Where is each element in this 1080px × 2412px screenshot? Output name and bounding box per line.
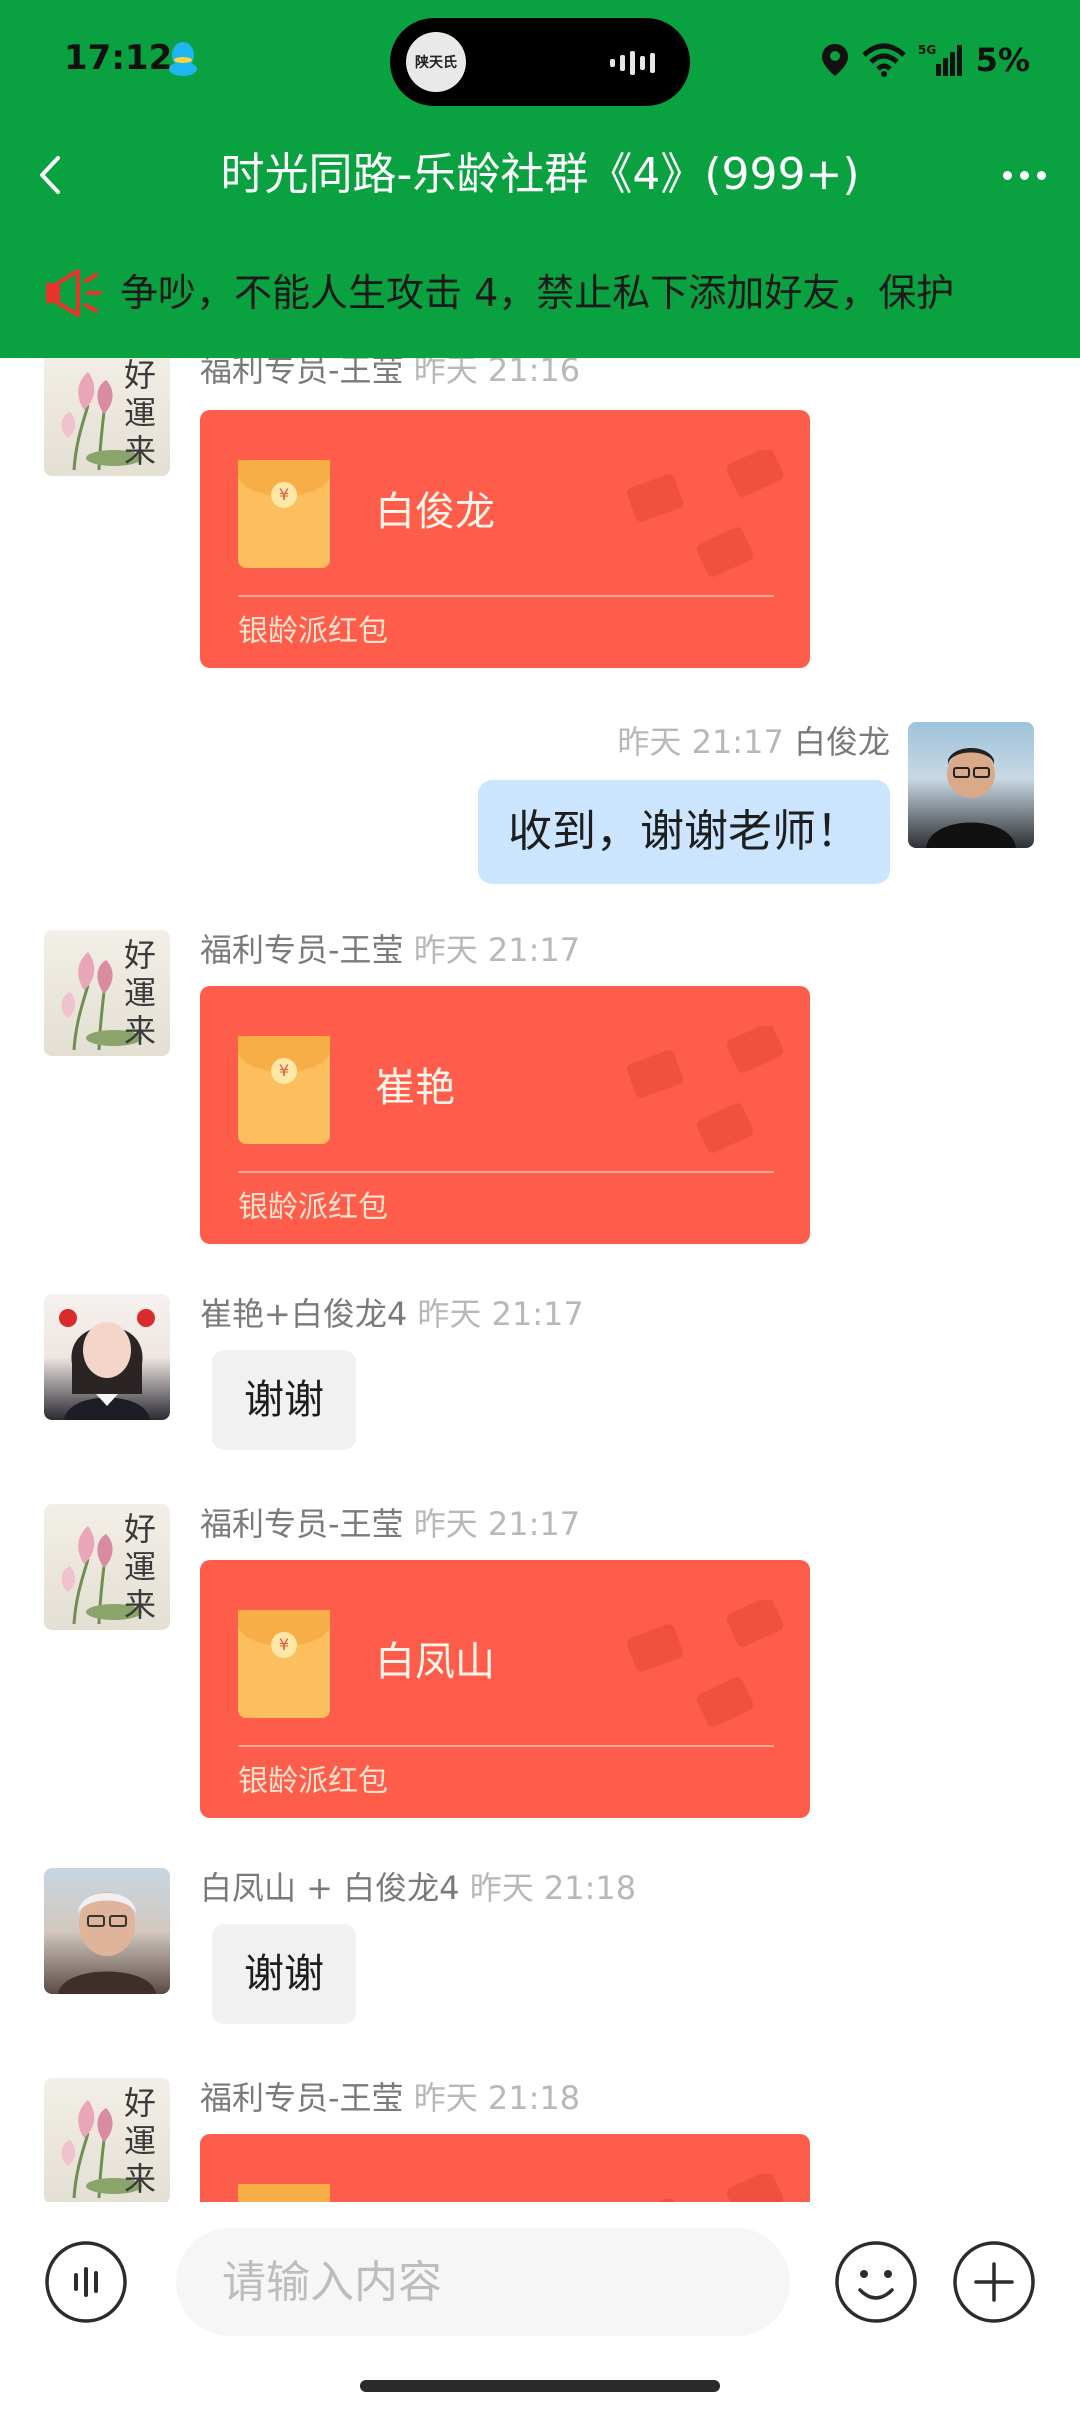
battery-level: 5% xyxy=(975,41,1030,79)
lotus-calligraphy: 好運来 xyxy=(123,936,156,1050)
more-button[interactable] xyxy=(992,145,1056,205)
emoji-icon[interactable] xyxy=(834,2240,918,2324)
lotus-avatar[interactable]: 好運来 xyxy=(44,2078,170,2202)
red-packet-label: 银龄派红包 xyxy=(238,1190,388,1225)
island-logo-text: 陕天氏 xyxy=(415,55,457,71)
red-packet-deco-icon xyxy=(627,1600,784,1727)
sender-name: 白凤山 + 白俊龙4 xyxy=(200,1869,460,1907)
red-packet-label: 银龄派红包 xyxy=(238,614,388,649)
red-packet-divider xyxy=(238,1171,774,1173)
red-packet-recipient: 白凤山 xyxy=(375,1639,495,1685)
plus-icon[interactable] xyxy=(952,2240,1036,2324)
red-envelope-icon: ¥ xyxy=(238,1610,330,1718)
red-packet-deco-icon xyxy=(627,2174,784,2202)
red-packet-card[interactable]: ¥ 白凤山 银龄派红包 xyxy=(200,1560,810,1818)
message-meta: 崔艳+白俊龙4 昨天 21:17 xyxy=(200,1292,584,1336)
red-packet-recipient: 崔艳 xyxy=(375,1065,455,1111)
audio-wave-icon xyxy=(610,51,655,75)
message-time: 昨天 21:16 xyxy=(413,358,581,389)
message-time: 昨天 21:18 xyxy=(469,1869,637,1907)
island-app-logo: 陕天氏 xyxy=(406,32,466,92)
message-time: 昨天 21:18 xyxy=(413,2079,581,2117)
message-meta: 白凤山 + 白俊龙4 昨天 21:18 xyxy=(200,1866,636,1910)
sender-name: 福利专员-王莹 xyxy=(200,1505,404,1543)
message-time: 昨天 21:17 xyxy=(617,723,784,761)
qq-icon xyxy=(169,42,197,76)
more-icon xyxy=(1019,170,1029,180)
man-glasses-avatar[interactable] xyxy=(908,722,1034,848)
lotus-avatar[interactable]: 好運来 xyxy=(44,930,170,1056)
avatar-portrait xyxy=(926,748,1016,848)
input-bar xyxy=(0,2202,1080,2412)
message-time: 昨天 21:17 xyxy=(413,1505,581,1543)
message-time: 昨天 21:17 xyxy=(417,1295,584,1333)
sender-name: 白俊龙 xyxy=(793,723,890,761)
red-packet-divider xyxy=(238,595,774,597)
lotus-avatar[interactable]: 好運来 xyxy=(44,1504,170,1630)
sender-name: 福利专员-王莹 xyxy=(200,358,404,389)
red-packet-card[interactable]: ¥ 白俊龙 银龄派红包 xyxy=(200,410,810,668)
lotus-calligraphy: 好運来 xyxy=(123,358,156,470)
red-envelope-icon: ¥ xyxy=(238,1036,330,1144)
status-right: 5G 5% xyxy=(820,40,1030,80)
red-packet-recipient: 白俊龙 xyxy=(375,489,495,535)
speaker-icon xyxy=(46,269,102,317)
woman-avatar[interactable] xyxy=(44,1294,170,1420)
red-packet-label: 银龄派红包 xyxy=(238,1764,388,1799)
message-input[interactable] xyxy=(176,2228,790,2336)
home-indicator[interactable] xyxy=(360,2380,720,2392)
message-meta: 福利专员-王莹 昨天 21:17 xyxy=(200,1502,580,1546)
message-meta: 昨天 21:17 白俊龙 xyxy=(617,720,890,764)
avatar-portrait xyxy=(59,1309,155,1420)
avatar-portrait xyxy=(58,1892,156,1994)
chat-header: 时光同路-乐龄社群《4》(999+) xyxy=(0,125,1080,225)
message-meta: 福利专员-王莹 昨天 21:17 xyxy=(200,928,580,972)
red-envelope-icon: ¥ xyxy=(238,2184,330,2202)
chat-title: 时光同路-乐龄社群《4》(999+) xyxy=(220,149,860,200)
group-announcement[interactable]: 争吵，不能人生攻击 4，禁止私下添加好友，保护 xyxy=(0,225,1080,358)
lotus-avatar[interactable]: 好運来 xyxy=(44,358,170,476)
sender-name: 崔艳+白俊龙4 xyxy=(200,1295,408,1333)
message-meta: 福利专员-王莹 昨天 21:18 xyxy=(200,2076,580,2120)
lotus-calligraphy: 好運来 xyxy=(123,2084,156,2198)
red-envelope-icon: ¥ xyxy=(238,460,330,568)
more-icon xyxy=(1036,170,1046,180)
my-message-bubble[interactable]: 收到，谢谢老师！ xyxy=(478,780,890,884)
status-time: 17:12 xyxy=(64,38,173,78)
location-icon xyxy=(821,44,848,76)
message-bubble[interactable]: 谢谢 xyxy=(212,1924,356,2024)
man-avatar[interactable] xyxy=(44,1868,170,1994)
voice-icon[interactable] xyxy=(44,2240,128,2324)
chat-message-list[interactable]: 好運来 福利专员-王莹 昨天 21:16 ¥ 白俊龙 银龄派红包 昨天 21:1… xyxy=(0,358,1080,2202)
signal-icon: 5G xyxy=(918,43,962,76)
red-packet-deco-icon xyxy=(627,1026,784,1153)
sender-name: 福利专员-王莹 xyxy=(200,2079,404,2117)
lotus-calligraphy: 好運来 xyxy=(123,1510,156,1624)
more-icon xyxy=(1002,170,1012,180)
sender-name: 福利专员-王莹 xyxy=(200,931,404,969)
dynamic-island[interactable]: 陕天氏 xyxy=(390,18,690,106)
red-packet-card[interactable]: ¥ 崔艳 银龄派红包 xyxy=(200,986,810,1244)
message-meta: 福利专员-王莹 昨天 21:16 xyxy=(200,358,580,392)
red-packet-divider xyxy=(238,1745,774,1747)
announcement-text: 争吵，不能人生攻击 4，禁止私下添加好友，保护 xyxy=(120,271,955,315)
red-packet-deco-icon xyxy=(627,450,784,577)
message-time: 昨天 21:17 xyxy=(413,931,581,969)
network-label: 5G xyxy=(918,43,936,57)
message-bubble[interactable]: 谢谢 xyxy=(212,1350,356,1450)
red-packet-card[interactable]: ¥ xyxy=(200,2134,810,2202)
status-bar: 17:12 陕天氏 5G 5% xyxy=(0,0,1080,125)
wifi-icon xyxy=(862,43,906,77)
